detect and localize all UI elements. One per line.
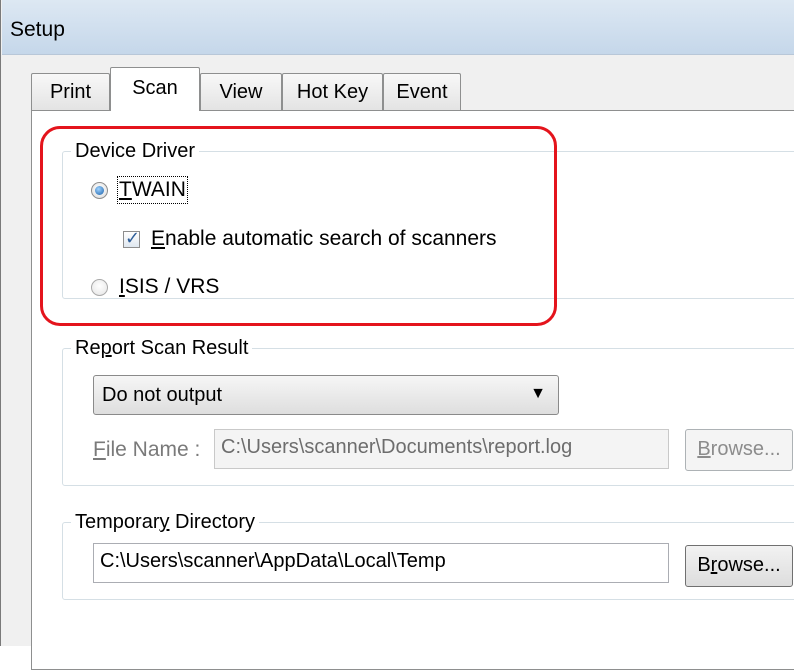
file-name-label-rest: ile Name : xyxy=(105,438,201,461)
output-select[interactable]: Do not output ▼ xyxy=(93,375,559,415)
file-name-field[interactable]: C:\Users\scanner\Documents\report.log xyxy=(214,429,669,469)
setup-window: Setup Print Scan View Hot Key Event Devi… xyxy=(0,0,794,670)
title-bar[interactable]: Setup xyxy=(2,0,794,55)
temp-directory-value: C:\Users\scanner\AppData\Local\Temp xyxy=(100,550,446,572)
device-driver-title: Device Driver xyxy=(71,139,200,163)
isis-rest: SIS / VRS xyxy=(124,275,220,298)
temp-browse-post: owse... xyxy=(717,554,781,576)
tab-hot-key[interactable]: Hot Key xyxy=(282,73,383,111)
twain-radio[interactable] xyxy=(91,182,108,199)
output-select-value: Do not output xyxy=(102,384,223,406)
file-name-label: File Name : xyxy=(93,438,200,462)
temp-directory-field[interactable]: C:\Users\scanner\AppData\Local\Temp xyxy=(93,543,669,583)
tab-hot-key-label: Hot Key xyxy=(296,81,369,103)
device-driver-group: Device Driver TWAIN ✓ Enable automatic s… xyxy=(62,139,794,299)
report-browse-rest: rowse... xyxy=(710,438,781,460)
twain-label-rest: WAIN xyxy=(131,178,186,201)
report-title-post: ort Scan Result xyxy=(111,337,249,359)
auto-search-mnemonic: E xyxy=(151,227,166,250)
temp-title-mnemonic: y xyxy=(159,511,170,533)
report-title-pre: Re xyxy=(75,337,101,359)
temp-browse-pre: B xyxy=(697,554,711,576)
tab-print[interactable]: Print xyxy=(31,73,110,111)
tab-scan[interactable]: Scan xyxy=(110,67,200,111)
report-browse-button[interactable]: Browse... xyxy=(685,429,793,471)
checkmark-icon: ✓ xyxy=(125,228,141,248)
tab-event[interactable]: Event xyxy=(383,73,461,111)
file-name-value: C:\Users\scanner\Documents\report.log xyxy=(221,436,573,458)
twain-label-mnemonic: T xyxy=(119,178,132,201)
scan-tab-panel: Device Driver TWAIN ✓ Enable automatic s… xyxy=(31,110,794,670)
auto-search-label[interactable]: Enable automatic search of scanners xyxy=(151,227,497,251)
chevron-down-icon[interactable]: ▼ xyxy=(530,385,546,403)
tab-event-label: Event xyxy=(396,81,448,103)
temporary-directory-group: Temporary Directory C:\Users\scanner\App… xyxy=(62,510,794,600)
temp-browse-button[interactable]: Browse... xyxy=(685,545,793,587)
temp-title-pre: Temporar xyxy=(75,511,160,533)
twain-label[interactable]: TWAIN xyxy=(117,176,188,204)
tab-view[interactable]: View xyxy=(200,73,282,111)
report-browse-mnemonic: B xyxy=(697,438,711,460)
isis-label[interactable]: ISIS / VRS xyxy=(119,275,219,299)
window-title: Setup xyxy=(10,18,65,41)
file-name-mnemonic: F xyxy=(93,438,106,461)
auto-search-rest: nable automatic search of scanners xyxy=(165,227,497,250)
temp-title-post: Directory xyxy=(169,511,256,533)
isis-radio[interactable] xyxy=(91,279,108,296)
report-scan-result-title: Report Scan Result xyxy=(71,336,253,360)
auto-search-checkbox[interactable]: ✓ xyxy=(123,228,141,248)
tab-view-label: View xyxy=(219,81,263,103)
report-scan-result-group: Report Scan Result Do not output ▼ File … xyxy=(62,336,794,486)
tab-scan-label: Scan xyxy=(132,77,178,99)
tab-print-label: Print xyxy=(49,81,92,103)
report-title-mnemonic: p xyxy=(100,337,112,359)
temporary-directory-title: Temporary Directory xyxy=(71,510,260,534)
